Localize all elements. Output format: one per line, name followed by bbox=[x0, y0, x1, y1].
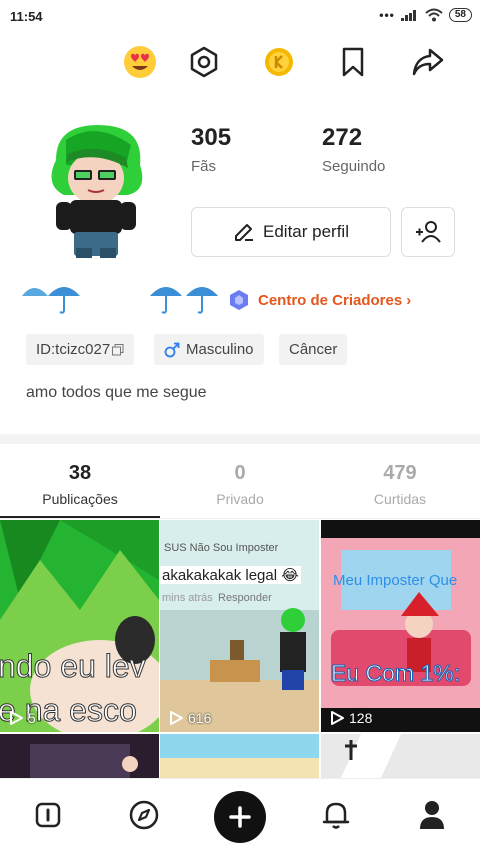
creators-center-link[interactable]: Centro de Criadores › bbox=[228, 289, 411, 311]
umbrella-icon bbox=[48, 287, 80, 314]
edit-profile-button[interactable]: Editar perfil bbox=[191, 207, 391, 257]
user-id-tag[interactable]: ID:tcizc027 bbox=[26, 334, 135, 365]
wifi-icon bbox=[425, 8, 443, 22]
bottom-navigation bbox=[0, 778, 480, 852]
user-id-text: ID:tcizc027 bbox=[36, 341, 111, 358]
post-overlay-reply: Responder bbox=[218, 592, 272, 604]
creators-center-label: Centro de Criadores bbox=[258, 291, 403, 309]
nav-profile[interactable] bbox=[412, 795, 452, 835]
gender-text: Masculino bbox=[186, 341, 254, 358]
copy-icon[interactable] bbox=[112, 343, 124, 356]
add-user-icon bbox=[416, 221, 441, 243]
tab-likes[interactable]: 479 Curtidas bbox=[320, 462, 480, 507]
post-view-count: 128 bbox=[349, 710, 373, 726]
share-icon[interactable] bbox=[408, 42, 448, 82]
fans-count: 305 bbox=[191, 124, 232, 151]
post-thumbnail[interactable]: ndo eu lev e na esco 5 bbox=[0, 520, 159, 732]
post-thumbnail[interactable] bbox=[321, 734, 480, 778]
nav-notifications[interactable] bbox=[316, 795, 356, 835]
male-icon bbox=[164, 342, 180, 357]
zodiac-text: Câncer bbox=[289, 341, 338, 358]
section-divider bbox=[0, 434, 480, 444]
tab-posts[interactable]: 38 Publicações bbox=[0, 462, 160, 507]
post-caption: Eu Com 1%: bbox=[330, 660, 461, 687]
pencil-icon bbox=[235, 224, 253, 241]
profile-icon bbox=[420, 801, 444, 829]
plus-icon bbox=[229, 806, 251, 828]
edit-profile-label: Editar perfil bbox=[263, 222, 349, 241]
following-count: 272 bbox=[322, 124, 363, 151]
fans-stat[interactable]: 305 Fãs bbox=[191, 124, 231, 175]
post-overlay-title: SUS Não Sou Imposter bbox=[164, 542, 279, 554]
post-caption: ndo eu lev bbox=[0, 648, 146, 685]
post-overlay-title: Meu Imposter Que bbox=[333, 572, 458, 589]
home-icon bbox=[35, 802, 61, 828]
post-views: 5 bbox=[8, 710, 36, 726]
signal-icon bbox=[400, 10, 416, 21]
status-icons: ••• 58 bbox=[379, 8, 472, 22]
post-overlay-comment: akakakakak legal 😂 bbox=[160, 566, 301, 584]
compass-icon bbox=[129, 800, 159, 830]
tab-likes-count: 479 bbox=[383, 462, 417, 484]
tab-posts-label: Publicações bbox=[42, 491, 118, 507]
umbrella-icon bbox=[22, 288, 48, 296]
post-views: 128 bbox=[329, 710, 372, 726]
following-stat[interactable]: 272 Seguindo bbox=[322, 124, 385, 175]
avatar[interactable] bbox=[36, 120, 156, 260]
profile-bio: amo todos que me segue bbox=[26, 384, 207, 401]
create-post-button[interactable] bbox=[214, 791, 266, 843]
gender-tag: Masculino bbox=[154, 334, 264, 365]
tab-private-count: 0 bbox=[234, 462, 246, 484]
creator-badge-icon bbox=[230, 290, 248, 310]
coin-icon[interactable] bbox=[259, 42, 299, 82]
play-icon bbox=[170, 711, 183, 725]
post-view-count: 616 bbox=[188, 710, 212, 726]
post-thumbnail[interactable]: SUS Não Sou Imposter akakakakak legal 😂 … bbox=[160, 520, 319, 732]
active-tab-indicator bbox=[0, 516, 160, 518]
bookmark-icon[interactable] bbox=[333, 42, 373, 82]
status-time: 11:54 bbox=[10, 9, 43, 24]
fans-label: Fãs bbox=[191, 158, 217, 175]
more-dots-icon: ••• bbox=[379, 8, 395, 22]
heart-eyes-emoji-icon[interactable] bbox=[120, 42, 160, 82]
status-bar: 11:54 ••• 58 bbox=[0, 0, 480, 34]
tab-private[interactable]: 0 Privado bbox=[160, 462, 320, 507]
play-icon bbox=[10, 711, 23, 725]
settings-hexagon-icon[interactable] bbox=[184, 42, 224, 82]
post-thumbnail[interactable] bbox=[160, 734, 319, 778]
post-overlay-meta: mins atrás bbox=[162, 592, 213, 604]
tab-bar-line bbox=[0, 518, 480, 519]
following-label: Seguindo bbox=[322, 158, 386, 175]
nav-discover[interactable] bbox=[124, 795, 164, 835]
tab-posts-count: 38 bbox=[68, 462, 92, 484]
nav-home[interactable] bbox=[28, 795, 68, 835]
tab-private-label: Privado bbox=[216, 491, 264, 507]
post-thumbnail[interactable]: Meu Imposter Que Eu Com 1%: 128 bbox=[321, 520, 480, 732]
tab-likes-label: Curtidas bbox=[373, 491, 427, 507]
battery-indicator: 58 bbox=[448, 8, 472, 22]
bell-icon bbox=[322, 802, 350, 829]
umbrella-icon bbox=[150, 287, 182, 314]
post-view-count: 5 bbox=[28, 710, 36, 726]
chevron-right-icon: › bbox=[406, 291, 412, 309]
add-friend-button[interactable] bbox=[401, 207, 455, 257]
post-thumbnail[interactable] bbox=[0, 734, 159, 778]
post-views: 616 bbox=[168, 710, 211, 726]
umbrella-icon bbox=[186, 287, 218, 314]
play-icon bbox=[331, 711, 344, 725]
zodiac-tag: Câncer bbox=[279, 334, 348, 365]
